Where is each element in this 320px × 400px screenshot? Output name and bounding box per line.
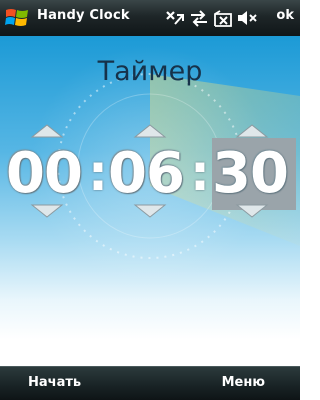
hours-down-arrow-icon[interactable] [30,204,64,218]
start-softkey[interactable]: Начать [28,375,81,390]
hours-field[interactable]: 00 [6,138,90,210]
minutes-field[interactable]: 06 [108,138,192,210]
timer-screen: Таймер 00 : 06 : 30 [0,36,300,366]
data-transfer-icon[interactable] [188,6,210,30]
time-separator: : [88,144,108,202]
softkey-bar: Начать Меню [0,366,300,400]
no-signal-icon[interactable] [212,6,234,30]
windows-start-icon[interactable] [4,6,30,30]
minutes-down-arrow-icon[interactable] [133,204,167,218]
connectivity-off-icon[interactable] [164,6,186,30]
ok-button[interactable]: ok [276,8,294,23]
seconds-up-arrow-icon[interactable] [235,124,269,138]
minutes-up-arrow-icon[interactable] [133,124,167,138]
timer-title: Таймер [97,56,203,87]
title-bar: Handy Clock ok [0,0,300,36]
hours-up-arrow-icon[interactable] [30,124,64,138]
time-separator: : [190,144,210,202]
speaker-muted-icon[interactable] [236,6,258,30]
seconds-field[interactable]: 30 [212,138,296,210]
app-title: Handy Clock [37,8,130,23]
seconds-down-arrow-icon[interactable] [235,204,269,218]
timer-display: 00 : 06 : 30 [6,138,300,210]
menu-softkey[interactable]: Меню [222,375,265,390]
